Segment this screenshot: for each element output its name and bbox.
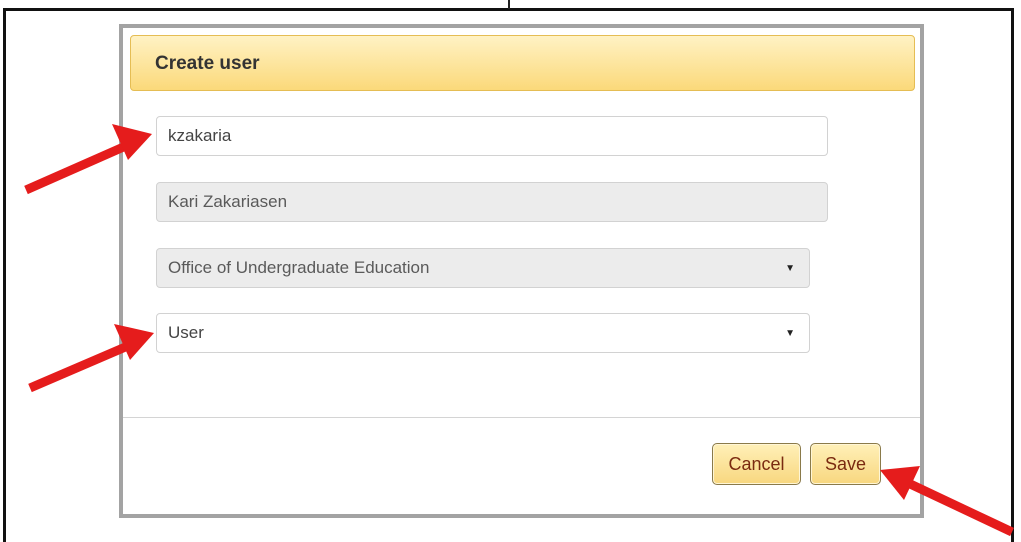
red-arrow-icon bbox=[880, 466, 1014, 537]
red-arrow-icon bbox=[24, 124, 152, 195]
annotation-arrows bbox=[24, 124, 1014, 537]
red-arrow-icon bbox=[28, 324, 154, 393]
